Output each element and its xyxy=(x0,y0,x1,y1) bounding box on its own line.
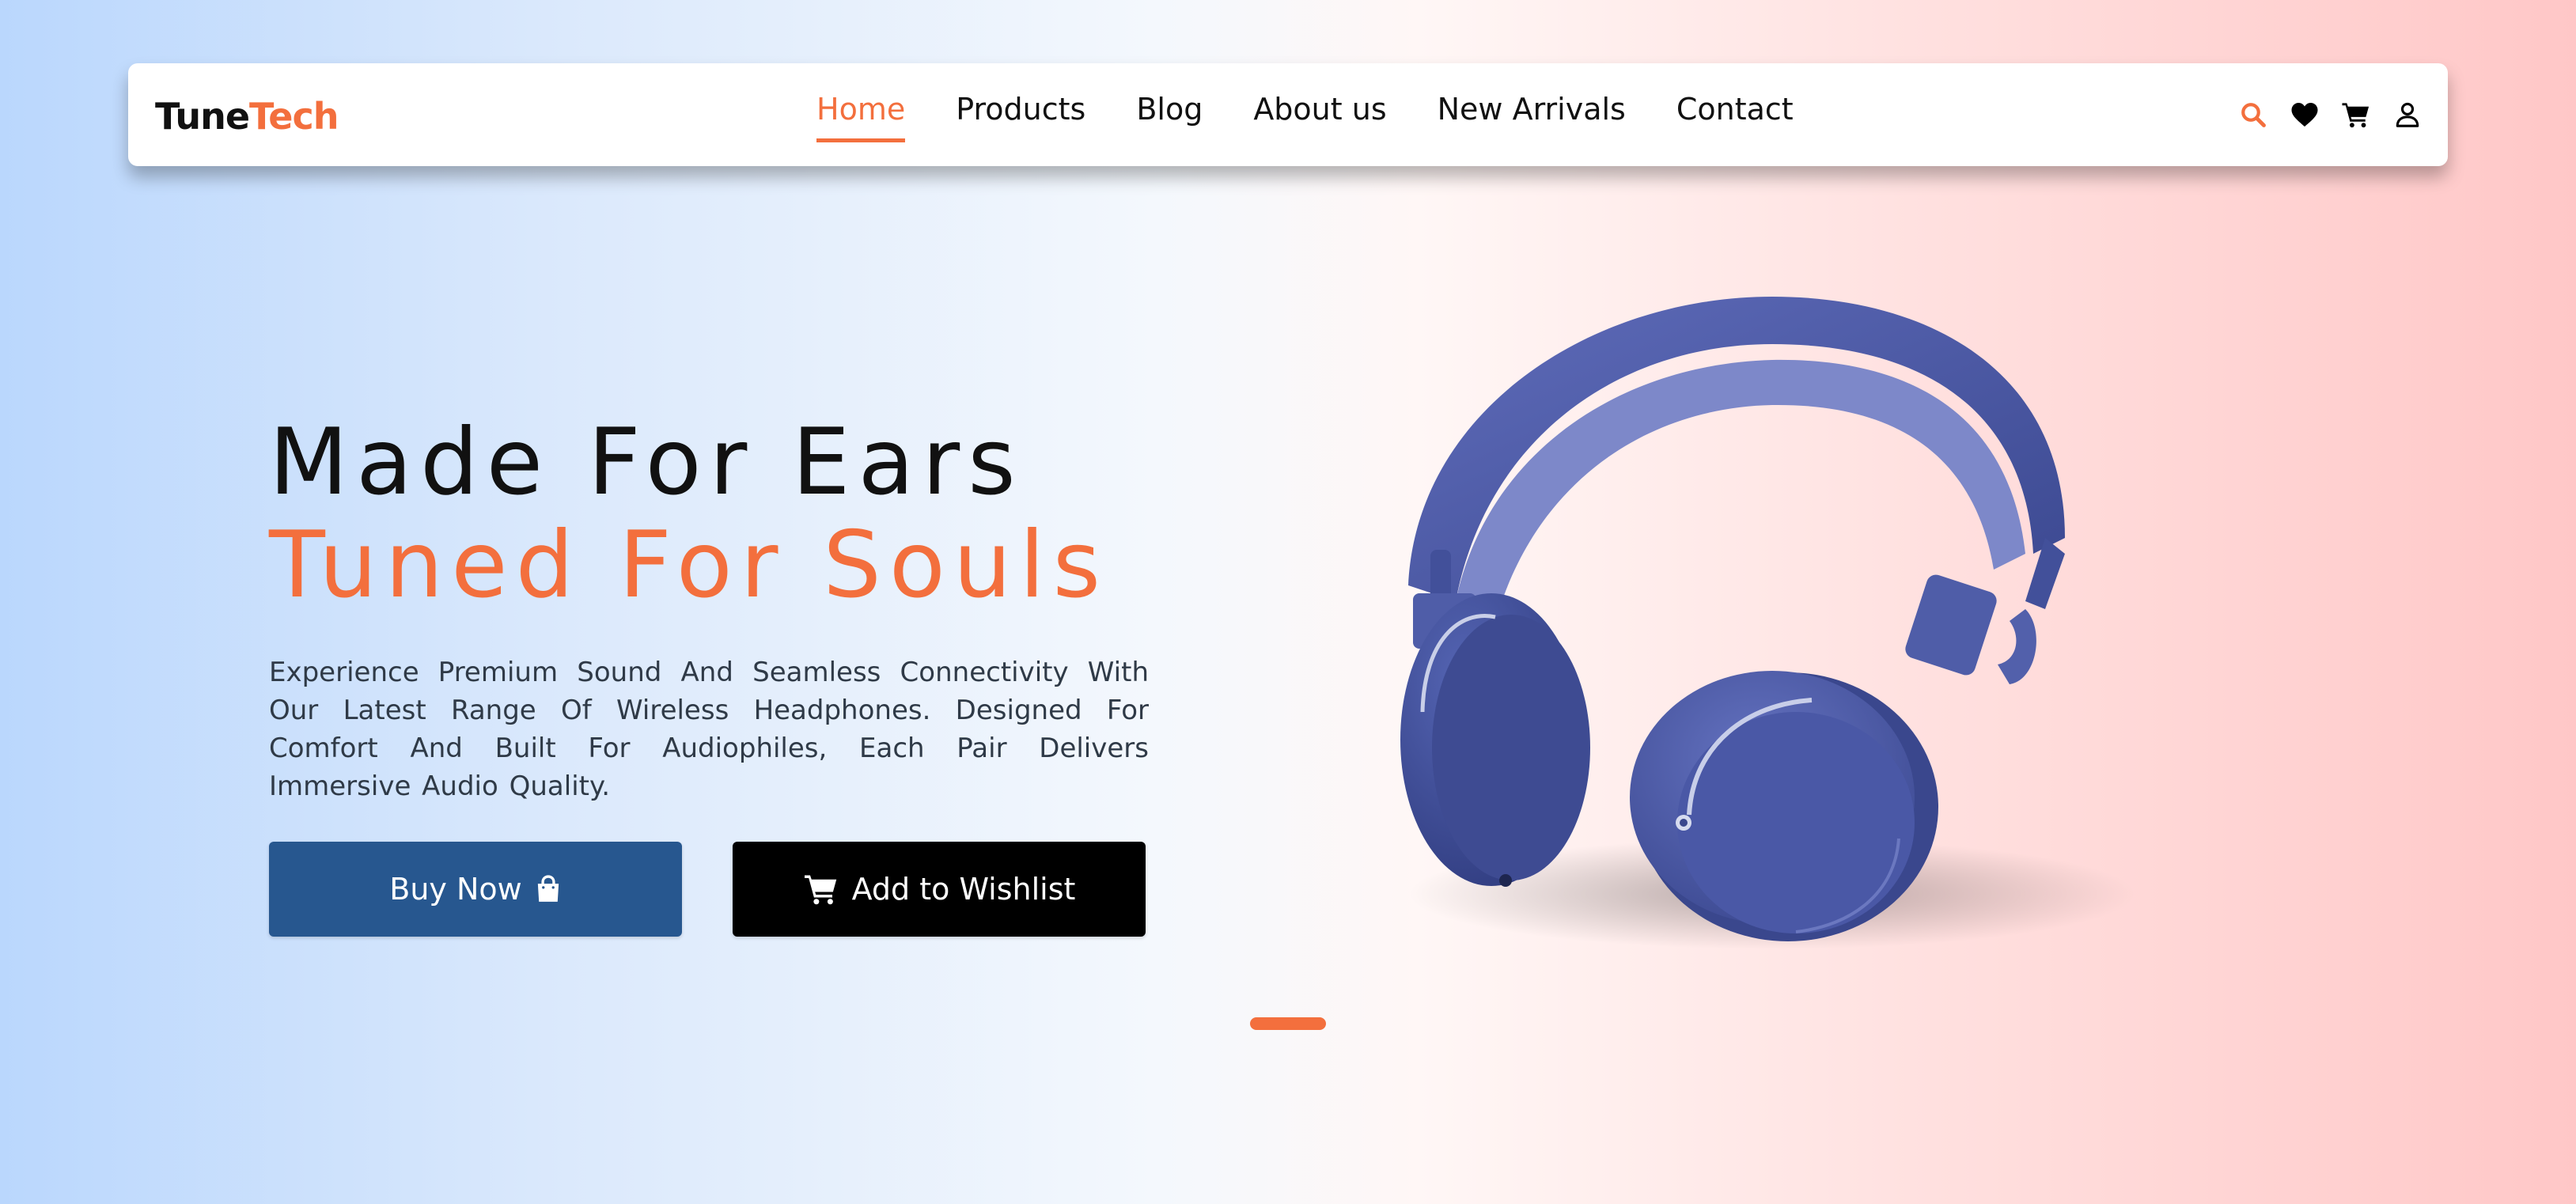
shopping-bag-icon xyxy=(535,875,562,903)
add-to-wishlist-button[interactable]: Add to Wishlist xyxy=(733,841,1146,937)
hero-section: Made For Ears Tuned For Souls Experience… xyxy=(269,411,1149,937)
main-nav: Home Products Blog About us New Arrivals… xyxy=(816,90,1844,143)
nav-link-new-arrivals[interactable]: New Arrivals xyxy=(1438,90,1626,138)
cart-icon[interactable] xyxy=(2339,98,2373,131)
slider-indicator[interactable] xyxy=(1250,1017,1326,1030)
user-icon[interactable] xyxy=(2391,98,2424,131)
heart-icon[interactable] xyxy=(2288,98,2321,131)
buy-now-label: Buy Now xyxy=(389,871,522,907)
brand-name-part2: Tech xyxy=(249,95,339,138)
buy-now-button[interactable]: Buy Now xyxy=(269,841,682,937)
nav-link-blog[interactable]: Blog xyxy=(1136,90,1203,138)
nav-link-contact[interactable]: Contact xyxy=(1676,90,1794,138)
brand-logo[interactable]: TuneTech xyxy=(155,95,339,138)
hero-headline-line2: Tuned For Souls xyxy=(269,511,1109,619)
nav-link-products[interactable]: Products xyxy=(956,90,1085,138)
headphones-image xyxy=(1329,269,2247,1013)
hero-description: Experience Premium Sound And Seamless Co… xyxy=(269,656,1149,802)
cart-icon xyxy=(803,873,839,906)
hero-headline-line1: Made For Ears xyxy=(269,409,1024,516)
navbar: TuneTech Home Products Blog About us New… xyxy=(128,63,2448,166)
nav-link-about-us[interactable]: About us xyxy=(1253,90,1386,138)
add-to-wishlist-label: Add to Wishlist xyxy=(851,871,1076,907)
search-icon[interactable] xyxy=(2237,98,2270,131)
nav-icons xyxy=(2218,98,2424,131)
brand-name-part1: Tune xyxy=(155,95,250,138)
hero-buttons: Buy Now Add to Wishlist xyxy=(269,841,1149,937)
nav-link-home[interactable]: Home xyxy=(816,90,906,143)
